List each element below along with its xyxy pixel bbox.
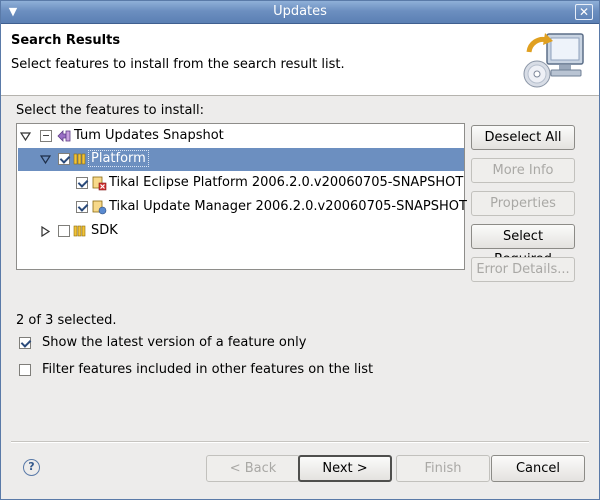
cancel-button[interactable]: Cancel [491,455,585,482]
features-label: Select the features to install: [16,103,205,118]
page-title: Search Results [11,33,121,48]
tree-item-label: Tum Updates Snapshot [74,128,224,143]
wizard-header: Search Results Select features to instal… [1,24,599,96]
title-bar[interactable]: ▼ Updates ✕ [1,1,599,24]
tree-item-tum-updates-snapshot[interactable]: Tum Updates Snapshot [18,125,464,148]
show-latest-version-checkbox[interactable] [19,337,31,349]
tree-checkbox[interactable] [40,130,52,142]
updates-dialog: ▼ Updates ✕ Search Results Select featur… [0,0,600,500]
install-wizard-icon [523,33,584,88]
expand-arrow-icon[interactable] [40,154,51,165]
filter-included-label[interactable]: Filter features included in other featur… [42,362,373,377]
tree-checkbox[interactable] [58,153,70,165]
help-icon[interactable]: ? [23,459,40,476]
close-icon[interactable]: ✕ [575,4,593,20]
tree-checkbox[interactable] [58,225,70,237]
show-latest-version-label[interactable]: Show the latest version of a feature onl… [42,335,306,350]
update-site-icon [57,130,71,142]
tree-checkbox[interactable] [76,201,88,213]
tree-checkbox[interactable] [76,177,88,189]
tree-item-tikal-eclipse-platform[interactable]: Tikal Eclipse Platform 2006.2.0.v2006070… [18,172,464,195]
filter-included-checkbox[interactable] [19,364,31,376]
tree-item-label: Tikal Update Manager 2006.2.0.v20060705-… [109,199,467,214]
feature-error-icon [92,176,107,191]
tree-item-label: Platform [88,150,149,167]
properties-button[interactable]: Properties [471,191,575,216]
tree-item-sdk[interactable]: SDK [18,220,464,243]
selection-count: 2 of 3 selected. [16,313,117,328]
tree-item-platform[interactable]: Platform [18,148,464,171]
deselect-all-button[interactable]: Deselect All [471,125,575,150]
more-info-button[interactable]: More Info [471,158,575,183]
tree-item-tikal-update-manager[interactable]: Tikal Update Manager 2006.2.0.v20060705-… [18,196,467,219]
feature-icon [92,200,107,215]
footer-divider [11,441,589,443]
collapse-arrow-icon[interactable] [40,226,51,237]
select-required-button[interactable]: Select Required [471,224,575,267]
tree-item-label: Tikal Eclipse Platform 2006.2.0.v2006070… [109,175,464,190]
window-title: Updates [273,4,327,19]
page-description: Select features to install from the sear… [11,57,345,72]
finish-button[interactable]: Finish [396,455,490,482]
error-details-button[interactable]: Error Details... [471,257,575,282]
category-icon [73,153,86,165]
expand-arrow-icon[interactable] [20,131,31,142]
back-button[interactable]: < Back [206,455,300,482]
category-icon [73,225,86,237]
next-button[interactable]: Next > [298,455,392,482]
tree-item-label: SDK [91,223,118,238]
features-tree[interactable]: Tum Updates Snapshot Platform Tikal Ecli… [16,123,467,270]
